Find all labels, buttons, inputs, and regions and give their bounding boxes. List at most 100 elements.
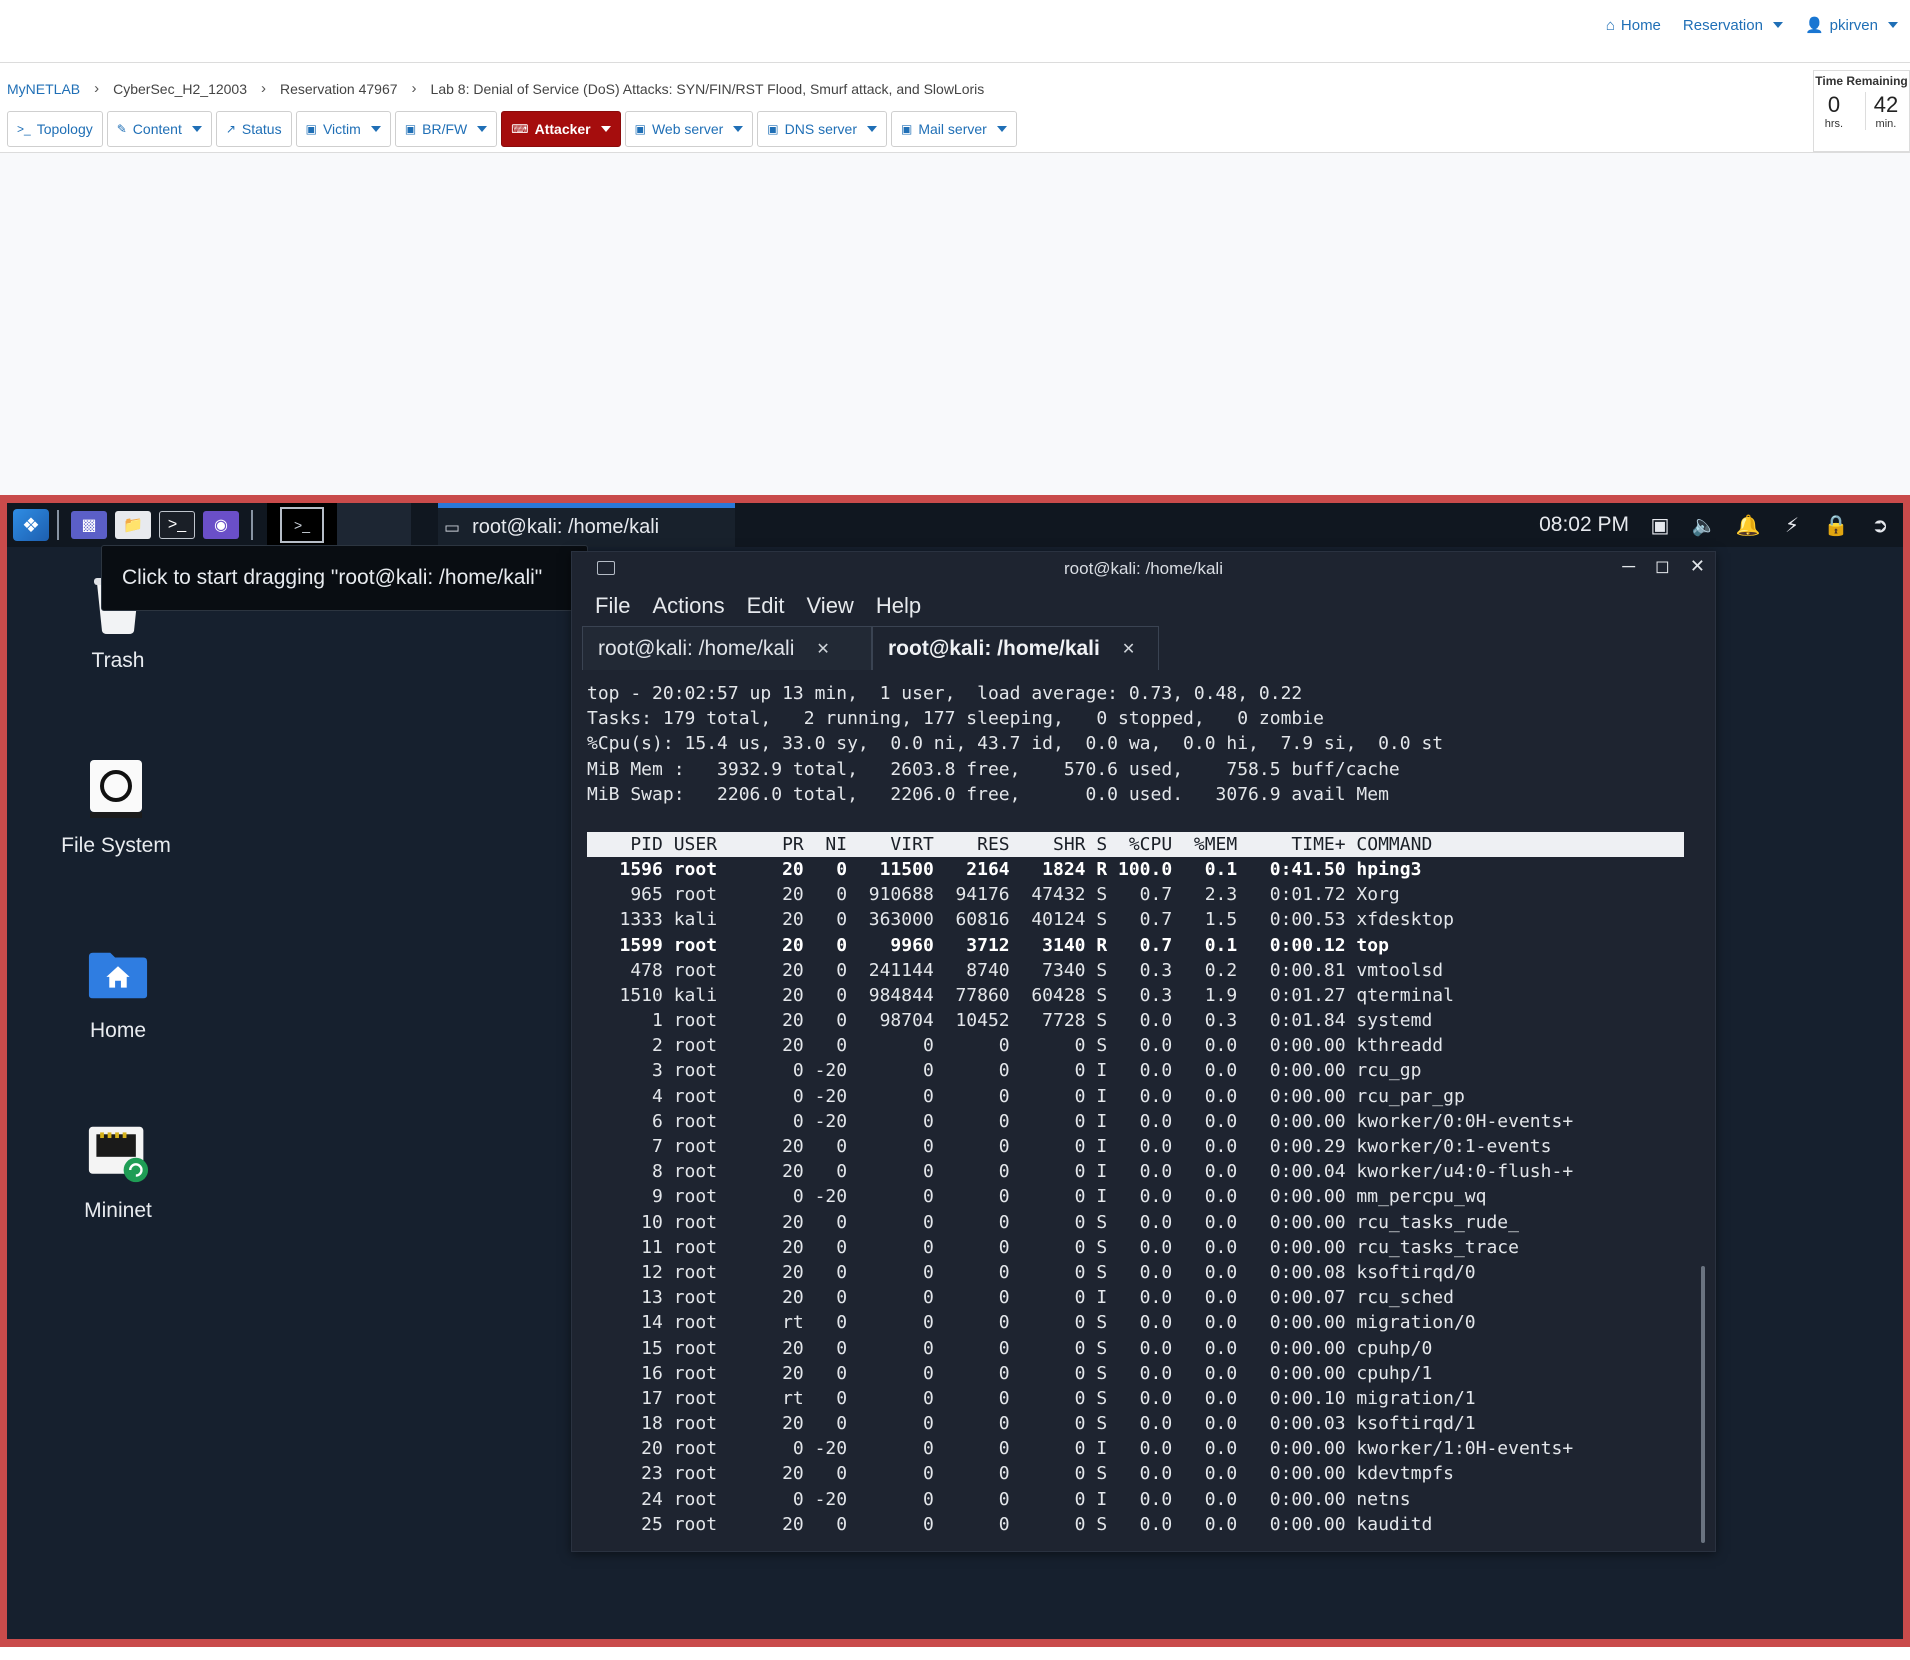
close-tab-icon[interactable]: ✕ [1122,639,1135,659]
caret-down-icon [867,126,877,132]
filesystem-label: File System [61,834,171,857]
top-navbar: ⌂ Home Reservation 👤 pkirven [0,0,1910,63]
attacker-label: Attacker [534,121,591,137]
browser-launcher-icon[interactable]: ◉ [203,511,239,539]
process-row: 9 root 0 -20 0 0 0 I 0.0 0.0 0:00.00 mm_… [587,1186,1487,1208]
reservation-dropdown[interactable]: Reservation [1683,17,1783,34]
hard-drive-icon [85,758,147,820]
webserver-dropdown[interactable]: ▣ Web server [624,111,754,147]
terminal-tab-2[interactable]: root@kali: /home/kali ✕ [872,626,1159,670]
logout-icon[interactable]: ➲ [1867,513,1893,538]
workspace-1[interactable]: >_ [267,503,337,547]
home-link[interactable]: ⌂ Home [1606,17,1661,34]
desktop-icon-home[interactable]: Home [38,943,198,1043]
clock[interactable]: 08:02 PM [1539,513,1629,537]
brfw-label: BR/FW [422,121,468,137]
keyboard-icon: ⌨ [511,122,529,136]
drag-tooltip: Click to start dragging "root@kali: /hom… [101,545,588,611]
laptop-icon: ▣ [404,122,417,136]
process-table-header: PID USER PR NI VIRT RES SHR S %CPU %MEM … [587,831,1684,857]
user-name: pkirven [1829,16,1878,34]
network-icon [87,1123,149,1185]
process-row: 17 root rt 0 0 0 0 S 0.0 0.0 0:00.10 mig… [587,1387,1476,1409]
minutes-value: 42 [1873,92,1899,117]
window-controls: ─ ◻ ✕ [1622,556,1705,577]
process-row: 1333 kali 20 0 363000 60816 40124 S 0.7 … [587,909,1454,931]
process-row: 24 root 0 -20 0 0 0 I 0.0 0.0 0:00.00 ne… [587,1488,1411,1510]
terminal-launcher-icon[interactable]: >_ [159,511,195,539]
terminal-menubar: File Actions Edit View Help [572,586,1715,626]
menu-file[interactable]: File [595,593,630,619]
display-icon[interactable]: ▣ [1647,513,1673,538]
user-dropdown[interactable]: 👤 pkirven [1805,16,1898,34]
tab-label: root@kali: /home/kali [598,636,795,660]
laptop-icon: ▣ [305,122,317,136]
close-icon[interactable]: ✕ [1690,556,1705,577]
breadcrumb-mynetlab[interactable]: MyNETLAB [7,81,80,97]
desktop-icon-filesystem[interactable]: File System [36,758,196,858]
chevron-right-icon: › [411,80,417,97]
caret-down-icon [996,126,1007,132]
process-row: 1596 root 20 0 11500 2164 1824 R 100.0 0… [587,858,1422,880]
tooltip-text: Click to start dragging "root@kali: /hom… [122,566,543,589]
taskbar-separator [57,510,59,540]
top-summary-line: MiB Mem : 3932.9 total, 2603.8 free, 570… [587,758,1400,780]
lock-icon[interactable]: 🔒 [1823,513,1849,538]
terminal-output[interactable]: top - 20:02:57 up 13 min, 1 user, load a… [587,681,1697,1537]
breadcrumb-reservation[interactable]: Reservation 47967 [280,81,398,97]
process-row: 1599 root 20 0 9960 3712 3140 R 0.7 0.1 … [587,934,1389,956]
dnsserver-dropdown[interactable]: ▣ DNS server [757,111,887,147]
breadcrumb-lab: Lab 8: Denial of Service (DoS) Attacks: … [430,80,985,97]
menu-actions[interactable]: Actions [652,593,724,619]
power-manager-icon[interactable]: ⚡ [1779,513,1805,538]
trash-label: Trash [91,649,145,672]
workspace-2[interactable] [337,503,411,547]
process-row: 15 root 20 0 0 0 0 S 0.0 0.0 0:00.00 cpu… [587,1337,1433,1359]
minutes-unit: min. [1875,118,1897,130]
process-row: 3 root 0 -20 0 0 0 I 0.0 0.0 0:00.00 rcu… [587,1060,1422,1082]
top-summary-line: Tasks: 179 total, 2 running, 177 sleepin… [587,708,1324,730]
process-row: 965 root 20 0 910688 94176 47432 S 0.7 2… [587,884,1400,906]
caret-down-icon [477,126,488,132]
top-summary-line: MiB Swap: 2206.0 total, 2206.0 free, 0.0… [587,783,1389,805]
process-row: 23 root 20 0 0 0 0 S 0.0 0.0 0:00.00 kde… [587,1463,1454,1485]
home-link-label: Home [1620,16,1661,34]
process-row: 13 root 20 0 0 0 0 I 0.0 0.0 0:00.07 rcu… [587,1287,1454,1309]
taskbar-window-button[interactable]: ▭ root@kali: /home/kali [438,503,735,547]
laptop-icon: ▣ [901,122,913,136]
notification-bell-icon[interactable]: 🔔 [1735,513,1761,538]
terminal-window[interactable]: root@kali: /home/kali ─ ◻ ✕ File Actions… [571,551,1716,1552]
hours-remaining: 0 hrs. [1825,92,1843,130]
status-button[interactable]: ↗ Status [215,111,292,147]
user-icon: 👤 [1804,17,1824,34]
terminal-tab-1[interactable]: root@kali: /home/kali ✕ [582,626,872,670]
topology-button[interactable]: >_ Topology [7,111,103,147]
victim-dropdown[interactable]: ▣ Victim [295,111,391,147]
process-row: 7 root 20 0 0 0 0 I 0.0 0.0 0:00.29 kwor… [587,1136,1552,1157]
volume-icon[interactable]: 🔈 [1691,513,1717,538]
terminal-titlebar[interactable]: root@kali: /home/kali ─ ◻ ✕ [572,552,1715,586]
maximize-icon[interactable]: ◻ [1655,556,1670,577]
menu-edit[interactable]: Edit [747,593,785,619]
caret-down-icon [1772,22,1783,28]
show-desktop-icon[interactable]: ▩ [71,511,107,539]
taskbar-window-title: root@kali: /home/kali [472,516,660,538]
breadcrumb: MyNETLAB › CyberSec_H2_12003 › Reservati… [7,80,984,97]
breadcrumb-course[interactable]: CyberSec_H2_12003 [113,81,247,97]
minimize-icon[interactable]: ─ [1622,556,1635,577]
terminal-tabbar: root@kali: /home/kali ✕ root@kali: /home… [572,626,1715,670]
reservation-label: Reservation [1682,16,1763,34]
content-dropdown[interactable]: ✎ Content [106,111,212,147]
menu-view[interactable]: View [807,593,854,619]
close-tab-icon[interactable]: ✕ [816,639,829,659]
menu-help[interactable]: Help [876,593,921,619]
mailserver-dropdown[interactable]: ▣ Mail server [891,111,1017,147]
content-area [0,153,1910,495]
attacker-dropdown[interactable]: ⌨ Attacker [501,111,621,147]
terminal-scrollbar[interactable] [1701,1266,1705,1543]
file-manager-icon[interactable]: 📁 [115,511,151,539]
brfw-dropdown[interactable]: ▣ BR/FW [394,111,498,147]
desktop-icon-mininet[interactable]: Mininet [38,1123,198,1223]
kali-menu-icon[interactable]: ❖ [13,509,49,541]
process-row: 2 root 20 0 0 0 0 S 0.0 0.0 0:00.00 kthr… [587,1035,1444,1057]
